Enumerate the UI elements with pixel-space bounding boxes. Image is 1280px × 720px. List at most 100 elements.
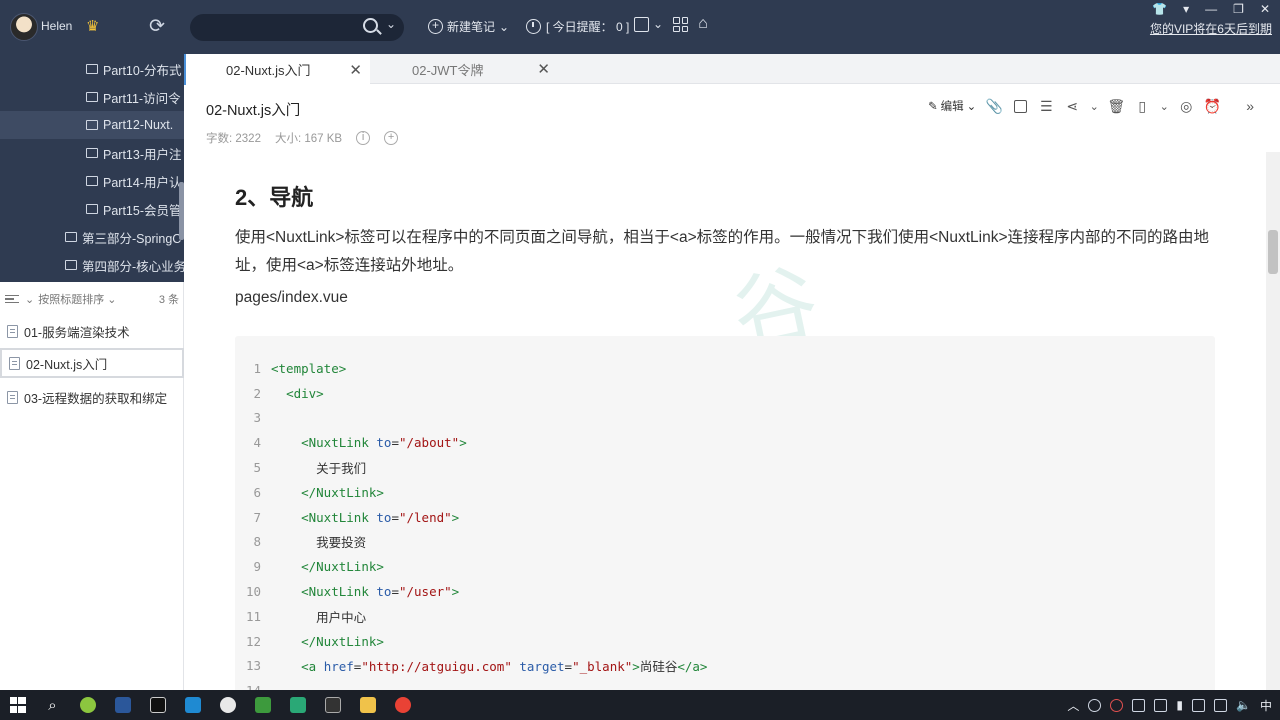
sort-label: 按照标题排序	[38, 294, 105, 306]
line-number: 14	[235, 683, 261, 690]
search-icon[interactable]	[363, 18, 378, 33]
window-controls: 👕 ▾ — ❐ ✕	[1152, 2, 1270, 16]
outline-icon[interactable]: ☰	[1038, 98, 1054, 114]
tray-app-icon[interactable]	[1132, 698, 1146, 712]
tree-item[interactable]: 第三部分-SpringC	[0, 223, 184, 251]
sort-dropdown[interactable]: 按照标题排序 ⌄	[38, 291, 116, 307]
chevron-down-icon: ⌄	[499, 19, 510, 34]
jetbrains-icon	[149, 697, 166, 713]
tray-app-icon[interactable]	[1110, 698, 1124, 712]
tree-item-label: Part14-用户认	[103, 175, 182, 190]
weibo-icon[interactable]: ◎	[1178, 98, 1194, 114]
taskbar-app[interactable]	[280, 690, 315, 720]
search-icon: ⌕	[48, 696, 57, 714]
taskbar-app[interactable]	[245, 690, 280, 720]
code-block[interactable]: 1 <template> 2 <div> 3 4 <NuxtLink to="/abou…	[235, 336, 1215, 690]
chevron-up-icon[interactable]: ︿	[1067, 697, 1079, 714]
home-icon[interactable]: ⌂	[698, 16, 708, 32]
new-note-button[interactable]: + 新建笔记 ⌄	[428, 18, 509, 35]
sync-icon[interactable]: ⟳	[149, 15, 165, 38]
avatar[interactable]	[10, 13, 38, 41]
taskbar-app[interactable]	[385, 690, 420, 720]
delete-icon[interactable]: 🗑	[1107, 98, 1125, 114]
taskbar-app[interactable]	[350, 690, 385, 720]
volume-icon[interactable]: 🔈	[1236, 698, 1251, 712]
code-line: 9 </NuxtLink>	[235, 554, 1215, 579]
vip-crown-icon: ♛	[86, 18, 100, 35]
tree-item[interactable]: Part13-用户注	[0, 139, 184, 167]
username[interactable]: Helen	[41, 19, 72, 33]
menu-dropdown-icon[interactable]: ▾	[1183, 2, 1189, 16]
tree-item[interactable]: Part10-分布式	[0, 55, 184, 83]
edit-button[interactable]: ✎ 编辑 ⌄	[928, 98, 976, 114]
vip-expiry-link[interactable]: 您的VIP将在6天后到期	[1150, 20, 1272, 37]
chevron-down-icon[interactable]: ⌄	[653, 17, 663, 32]
app-window: Helen ♛ ⟳ ⌄ + 新建笔记 ⌄ [ 今日提醒： 0 ] ⌄ ⌂ 👕 ▾…	[0, 0, 1280, 690]
taskbar-app[interactable]	[140, 690, 175, 720]
close-icon[interactable]: ✕	[1260, 2, 1270, 16]
share-icon[interactable]: ⋖	[1064, 98, 1080, 114]
taskbar-app[interactable]	[315, 690, 350, 720]
list-item[interactable]: 02-Nuxt.js入门	[0, 348, 184, 378]
chevron-down-icon[interactable]: ⌄	[1090, 98, 1099, 114]
scrollbar-thumb[interactable]	[1268, 230, 1278, 274]
line-number: 9	[253, 559, 261, 575]
tree-item[interactable]: Part11-访问令	[0, 83, 184, 111]
note-title: 01-服务端渲染技术	[24, 325, 130, 340]
ime-indicator[interactable]: 中	[1260, 697, 1272, 714]
tree-item[interactable]: Part15-会员管	[0, 195, 184, 223]
attachment-icon[interactable]: 📎	[986, 98, 1003, 114]
tray-app-icon[interactable]	[1214, 698, 1228, 712]
alarm-clock-icon[interactable]: ⏰	[1204, 98, 1221, 114]
tab-jwt-token[interactable]: 02-JWT令牌 ✕	[372, 54, 558, 84]
folder-icon	[86, 176, 98, 186]
microphone-icon[interactable]: ▮	[1176, 698, 1183, 712]
add-icon[interactable]: +	[384, 131, 399, 145]
tree-item[interactable]: Part14-用户认	[0, 167, 184, 195]
chevron-down-icon[interactable]: ⌄	[1160, 98, 1169, 114]
info-icon[interactable]: i	[356, 131, 371, 145]
minimize-icon[interactable]: —	[1205, 2, 1217, 16]
line-number: 12	[245, 633, 261, 649]
taskbar-app[interactable]	[210, 690, 245, 720]
content-scrollbar[interactable]	[1266, 152, 1280, 690]
code-text: <template>	[271, 360, 347, 376]
close-icon[interactable]: ✕	[537, 60, 550, 78]
comment-icon[interactable]	[1012, 98, 1028, 114]
tree-item[interactable]: Part12-Nuxt.	[0, 111, 184, 139]
code-text: </NuxtLink>	[301, 559, 384, 575]
expand-window-icon[interactable]	[634, 17, 649, 32]
windows-start-button[interactable]	[0, 690, 35, 720]
taskbar-app[interactable]	[105, 690, 140, 720]
tree-item[interactable]: 第四部分-核心业务	[0, 251, 184, 279]
tab-nuxt-intro[interactable]: 02-Nuxt.js入门 ✕	[184, 54, 370, 85]
file-explorer-icon	[359, 697, 376, 713]
skin-icon[interactable]: 👕	[1152, 2, 1167, 16]
apps-grid-icon[interactable]	[673, 17, 689, 32]
network-icon[interactable]	[1192, 698, 1206, 712]
code-line: 8 我要投资	[235, 530, 1215, 555]
list-icon[interactable]	[5, 294, 19, 304]
tree-item-label: Part11-访问令	[103, 91, 181, 106]
reading-mode-icon[interactable]: ▯	[1134, 98, 1150, 114]
tray-app-icon[interactable]	[1154, 698, 1168, 712]
close-icon[interactable]: ✕	[349, 61, 362, 79]
taskbar-search-button[interactable]: ⌕	[35, 690, 70, 720]
folder-icon	[65, 232, 77, 242]
file-size: 大小: 167 KB	[274, 133, 343, 145]
reminder-button[interactable]: [ 今日提醒： 0 ]	[526, 18, 629, 35]
search-dropdown-icon[interactable]: ⌄	[386, 17, 396, 31]
list-item[interactable]: 01-服务端渲染技术	[0, 316, 184, 346]
list-item[interactable]: 03-远程数据的获取和绑定	[0, 382, 184, 412]
double-chevron-right-icon[interactable]: »	[1246, 98, 1254, 114]
code-line: 3	[235, 406, 1215, 431]
code-text: <NuxtLink to="/lend">	[301, 509, 460, 525]
tray-app-icon[interactable]	[1088, 698, 1102, 712]
taskbar-app[interactable]	[70, 690, 105, 720]
system-tray: ︿ ▮ 🔈 中	[1067, 690, 1272, 720]
taskbar-app[interactable]	[175, 690, 210, 720]
chevron-down-icon[interactable]: ⌄	[25, 293, 34, 306]
editor-area: 02-Nuxt.js入门 ✕ 02-JWT令牌 ✕ 02-Nuxt.js入门 字…	[184, 54, 1280, 690]
restore-icon[interactable]: ❐	[1233, 2, 1244, 16]
taskbar: ⌕ ︿ ▮ 🔈 中	[0, 690, 1280, 720]
